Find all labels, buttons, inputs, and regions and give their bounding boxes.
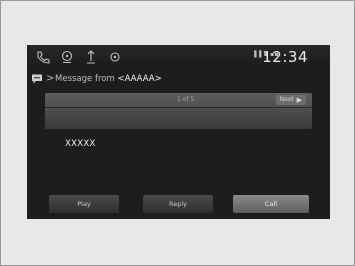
- next-button[interactable]: Next ▶: [275, 95, 306, 105]
- breadcrumb-separator: >: [46, 73, 55, 84]
- settings-icon[interactable]: [107, 50, 123, 64]
- phone-icon[interactable]: [35, 50, 51, 64]
- status-bar: ▐▐ ▪ ▪▪ 12:34: [27, 45, 330, 69]
- page-counter: 1 of 5: [177, 96, 195, 103]
- clock: 12:34: [262, 48, 308, 66]
- sender-name: <AAAAA>: [117, 74, 162, 84]
- next-label: Next: [279, 96, 294, 103]
- play-button[interactable]: Play: [49, 195, 119, 213]
- message-panel: 1 of 5 Next ▶: [45, 93, 312, 129]
- reply-button[interactable]: Reply: [143, 195, 213, 213]
- message-body: XXXXX: [65, 139, 96, 149]
- figure-frame: ▐▐ ▪ ▪▪ 12:34 > Message from <AAAAA> 1 o…: [0, 0, 355, 266]
- panel-divider: [45, 107, 312, 108]
- title-prefix: Message from: [55, 74, 118, 84]
- page-title: Message from <AAAAA>: [55, 74, 162, 84]
- action-button-row: Play Reply Call: [27, 195, 330, 215]
- infotainment-screen: ▐▐ ▪ ▪▪ 12:34 > Message from <AAAAA> 1 o…: [27, 45, 330, 219]
- screen-header: > Message from <AAAAA>: [27, 71, 330, 89]
- media-icon[interactable]: [59, 50, 75, 64]
- chevron-right-icon: ▶: [296, 96, 302, 104]
- message-icon: [31, 73, 43, 85]
- navigation-icon[interactable]: [83, 50, 99, 64]
- call-button[interactable]: Call: [233, 195, 309, 213]
